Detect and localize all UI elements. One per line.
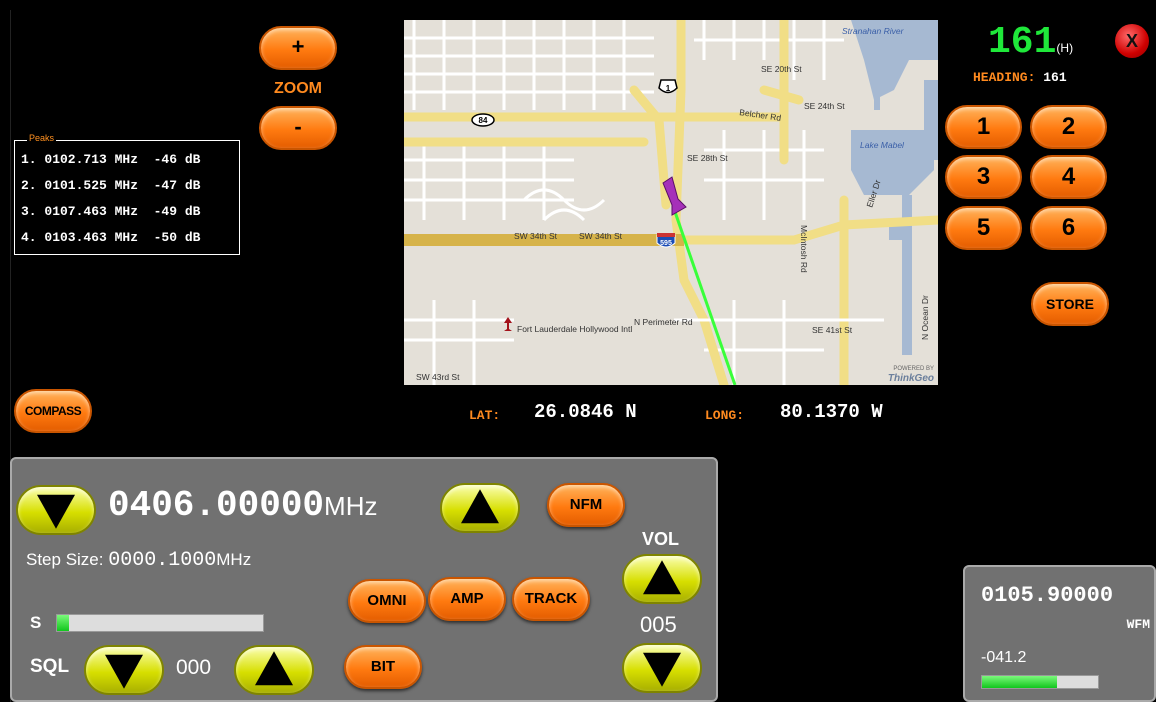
svg-text:84: 84 [479,116,488,125]
secondary-receiver-panel: 0105.90000 WFM -041.2 [963,565,1156,702]
amp-button[interactable]: AMP [428,577,506,621]
map-label-airport: Fort Lauderdale Hollywood Intl [517,324,632,334]
track-button[interactable]: TRACK [512,577,590,621]
sql-up-button[interactable] [234,645,314,695]
step-size-label: Step Size: [26,550,104,569]
preset-1-button[interactable]: 1 [945,105,1022,149]
frequency-down-button[interactable] [16,485,96,535]
step-size-value: 0000.1000 [108,549,217,572]
volume-up-button[interactable] [622,554,702,604]
nfm-mode-button[interactable]: NFM [547,483,625,527]
long-label: LONG: [705,408,745,423]
preset-5-button[interactable]: 5 [945,206,1022,250]
omni-button[interactable]: OMNI [348,579,426,623]
map-graphic: Stranahan River SE 20th St Belcher Rd SE… [404,20,938,385]
map-label-sw43: SW 43rd St [416,372,460,382]
sql-value: 000 [176,656,212,679]
heading-suffix: (H) [1056,41,1074,55]
preset-2-button[interactable]: 2 [1030,105,1107,149]
map-label-se24: SE 24th St [804,101,845,111]
zoom-in-button[interactable]: + [259,26,337,70]
radio-panel: 0406.00000MHz NFM Step Size: 0000.1000MH… [10,457,718,702]
compass-button[interactable]: COMPASS [14,389,92,433]
volume-value: 005 [640,612,677,637]
down-arrow-icon [105,654,143,689]
map-label-sw34a: SW 34th St [514,231,558,241]
store-button[interactable]: STORE [1031,282,1109,326]
preset-4-button[interactable]: 4 [1030,155,1107,199]
frequency-value: 0406.00000 [108,485,325,526]
up-arrow-icon [461,489,499,524]
secondary-level-meter [981,675,1099,689]
peak-item[interactable]: 4. 0103.463 MHz -50 dB [21,230,200,245]
volume-down-button[interactable] [622,643,702,693]
svg-text:POWERED BY: POWERED BY [893,366,934,372]
lat-value: 26.0846 N [534,401,637,423]
secondary-level: -041.2 [981,649,1027,666]
close-icon: X [1125,31,1138,51]
peak-item[interactable]: 1. 0102.713 MHz -46 dB [21,152,200,167]
svg-text:595: 595 [660,240,672,247]
sql-label: SQL [30,656,70,677]
map-view[interactable]: Stranahan River SE 20th St Belcher Rd SE… [404,20,938,385]
frequency-unit: MHz [324,491,378,521]
heading-readout: HEADING: 161 [973,70,1067,85]
svg-text:1: 1 [666,84,671,93]
peaks-box: Peaks 1. 0102.713 MHz -46 dB 2. 0101.525… [14,133,240,255]
secondary-mode: WFM [1126,617,1150,632]
map-label-nocean: N Ocean Dr [920,295,930,340]
map-label-se20: SE 20th St [761,64,802,74]
preset-3-button[interactable]: 3 [945,155,1022,199]
step-size: Step Size: 0000.1000MHz [26,549,251,572]
map-label-perimeter: N Perimeter Rd [634,317,693,327]
lat-label: LAT: [469,408,501,423]
s-meter-label: S [30,613,42,632]
heading-big-value: 161(H) [988,21,1074,64]
interstate-595-shield: 595 [656,233,676,248]
highway-1-shield: 1 [658,79,678,94]
long-value: 80.1370 W [780,401,883,423]
s-meter [56,614,264,632]
map-label-river: Stranahan River [842,26,905,36]
s-meter-fill [57,615,70,631]
peak-item[interactable]: 3. 0107.463 MHz -49 dB [21,204,200,219]
map-label-lake: Lake Mabel [860,140,905,150]
map-label-sw34b: SW 34th St [579,231,623,241]
down-arrow-icon [643,652,681,687]
peak-item[interactable]: 2. 0101.525 MHz -47 dB [21,178,200,193]
map-label-se41: SE 41st St [812,325,853,335]
frequency-readout: 0406.00000MHz [108,485,377,526]
frequency-up-button[interactable] [440,483,520,533]
secondary-level-fill [982,676,1058,688]
map-label-se28: SE 28th St [687,153,728,163]
highway-84-shield: 84 [471,113,495,127]
up-arrow-icon [643,560,681,595]
sql-down-button[interactable] [84,645,164,695]
close-button[interactable]: X [1115,24,1149,58]
peaks-legend: Peaks [27,133,57,143]
heading-value: 161 [1043,70,1067,85]
zoom-out-button[interactable]: - [259,106,337,150]
svg-text:ThinkGeo: ThinkGeo [888,373,934,384]
up-arrow-icon [255,651,293,686]
bit-button[interactable]: BIT [344,645,422,689]
secondary-frequency: 0105.90000 [981,583,1114,608]
map-label-mcintosh: McIntosh Rd [799,225,809,273]
vol-label: VOL [642,529,680,549]
down-arrow-icon [37,494,75,529]
zoom-label: ZOOM [274,80,322,97]
step-size-unit: MHz [216,550,252,569]
heading-label: HEADING: [973,70,1036,85]
preset-6-button[interactable]: 6 [1030,206,1107,250]
